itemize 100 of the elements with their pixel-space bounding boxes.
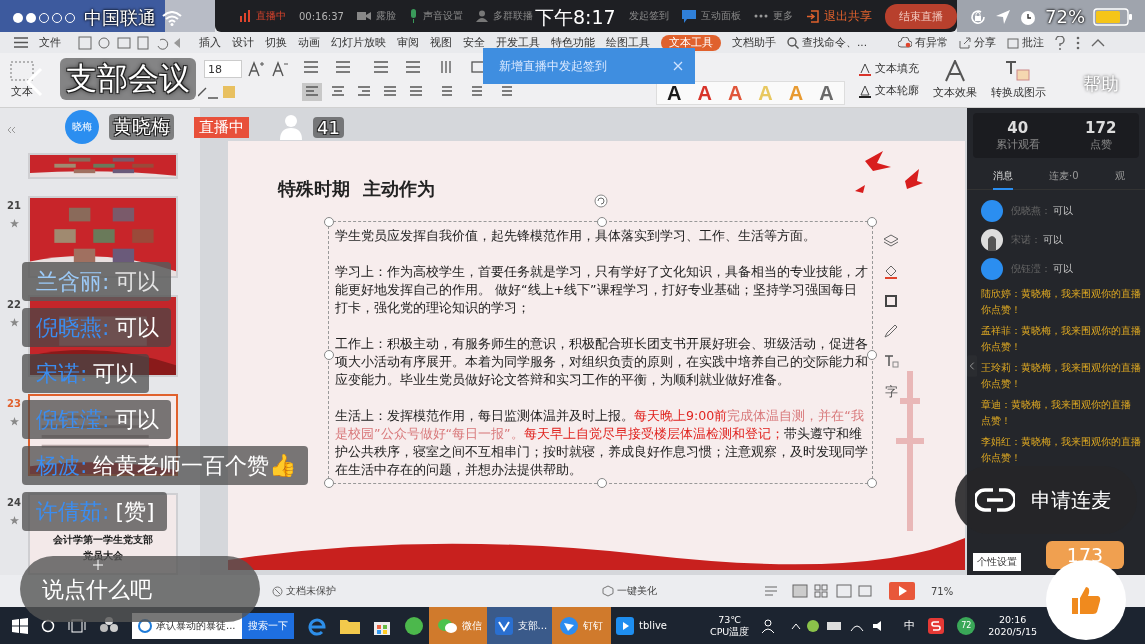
- zoom-level[interactable]: 71%: [931, 585, 954, 597]
- text-style-sample[interactable]: A: [667, 83, 682, 103]
- chat-author: 倪钰滢:: [36, 405, 110, 434]
- font-size-field[interactable]: 18: [204, 60, 242, 78]
- ribbon-tab[interactable]: 安全: [463, 34, 485, 51]
- chat-text: 可以: [115, 313, 160, 342]
- slide-paragraph: 生活上：发挥模范作用，每日监测体温并及时上报。每天晚上9:00前完成体温自测，并在“我是校园”公众号做好“每日一报”。每天早上自觉尽早接受楼层体温检测和登记；带头遵守和维护公共秩序，寝室之间不互相串门；按时就寝，养成良好作息习惯；注意观察，及时发现同学在生活中存在的问题，并想办法提供帮助。: [335, 407, 868, 479]
- ribbon-tab[interactable]: 文档助手: [732, 34, 776, 51]
- clock-date[interactable]: 2020/5/15: [988, 625, 1038, 638]
- input-method[interactable]: 中: [904, 618, 916, 633]
- stat-value: 40: [1007, 119, 1029, 137]
- toolbar-button[interactable]: 声音设置: [408, 9, 463, 23]
- beautify-button[interactable]: 一键美化: [602, 584, 657, 598]
- live-timer: 00:16:37: [299, 10, 344, 22]
- stat-value: 172: [1085, 119, 1117, 137]
- toolbar-button[interactable]: 更多: [753, 9, 793, 23]
- notice-text: 新增直播中发起签到: [499, 58, 607, 74]
- ribbon-tab[interactable]: 视图: [430, 34, 452, 51]
- message-text: 可以: [1053, 262, 1073, 276]
- command-search[interactable]: 查找命令、...: [787, 35, 867, 50]
- text-box-button[interactable]: 文本: [11, 85, 33, 99]
- comment-button[interactable]: 批注: [1007, 35, 1044, 50]
- stat-label: 点赞: [1089, 137, 1112, 152]
- slide-title: 特殊时期 主动作为: [278, 178, 435, 199]
- message-text: 可以: [1043, 233, 1063, 247]
- battery-percent: 72%: [1045, 6, 1085, 27]
- chat-author: 杨波:: [36, 451, 88, 480]
- panel-tab[interactable]: 观: [1114, 169, 1125, 183]
- chat-text: 可以: [115, 405, 160, 434]
- sync-status-button[interactable]: 有异常: [898, 35, 948, 50]
- cpu-temperature: 73℃: [718, 613, 742, 626]
- ribbon-tab[interactable]: 设计: [232, 34, 254, 51]
- text-style-sample[interactable]: A: [727, 83, 743, 103]
- search-button[interactable]: 搜索一下: [241, 612, 294, 639]
- slide-number: 23: [7, 398, 21, 409]
- toolbar-button[interactable]: 直播中: [239, 9, 286, 23]
- panel-tab[interactable]: 连麦·0: [1049, 169, 1079, 183]
- notice-message: 孟祥菲：黄晓梅，我来围观你的直播: [981, 324, 1142, 338]
- chat-author: 兰含丽:: [36, 267, 110, 296]
- ribbon-tab[interactable]: 开发工具: [496, 34, 540, 51]
- text-outline-button[interactable]: 文本轮廓: [858, 84, 919, 98]
- file-menu[interactable]: 文件: [39, 35, 61, 50]
- chat-text: [赞]: [115, 497, 155, 526]
- ribbon-tab[interactable]: 幻灯片放映: [331, 34, 386, 51]
- notice-message: 点赞！: [981, 414, 1012, 428]
- text-effect-button[interactable]: 文本效果: [932, 86, 977, 100]
- toolbar-button[interactable]: 互动面板: [681, 9, 741, 23]
- notice-message: 王玲莉：黄晓梅，我来围观你的直播: [981, 361, 1142, 375]
- chat-author: 倪晓燕:: [36, 313, 110, 342]
- cpu-temperature-label: CPU温度: [710, 625, 750, 638]
- clock-time[interactable]: 20:16: [999, 613, 1027, 626]
- panel-tab[interactable]: 消息: [993, 169, 1013, 190]
- end-live-button[interactable]: 结束直播: [884, 3, 957, 29]
- share-button[interactable]: 分享: [959, 35, 996, 50]
- ribbon-tab[interactable]: 切换: [265, 34, 287, 51]
- notice-message: 你点赞！: [981, 340, 1022, 354]
- text-style-sample[interactable]: A: [819, 83, 834, 103]
- notice-message: 章迪：黄晓梅，我来围观你的直播: [981, 398, 1132, 412]
- ribbon-tab[interactable]: 绘图工具: [606, 34, 650, 51]
- slide-paragraph: 工作上：积极主动，有服务师生的意识，积极配合班长团支书开展好班会、班级活动，促进各项大小活动有序展开。本着为同学服务，对组织负责的原则，在实践中培养自己的交际能力和应变能力。毕业生党员做好论文答辩和实习工作的平衡，为顺利就业做好准备。: [335, 335, 868, 389]
- slide-paragraph: 学生党员应发挥自我价值，起先锋模范作用，具体落实到学习、工作、生活等方面。: [335, 227, 817, 245]
- chat-text: 可以: [93, 359, 138, 388]
- notice-message: 你点赞！: [981, 377, 1022, 391]
- ribbon-tab[interactable]: 审阅: [397, 34, 419, 51]
- notice-message: 李娟红：黄晓梅，我来围观你的直播: [981, 435, 1142, 449]
- slide-paragraph: 学习上：作为高校学生，首要任务就是学习，只有学好了文化知识，具备相当的专业技能，才能更好地发挥自己的作用。 做好“线上+线下”课程学习，打好专业基础；坚持学习强国每日打卡，强化党的理论知识的学习；: [335, 263, 868, 317]
- ribbon-tab[interactable]: 文本工具: [661, 34, 721, 51]
- toolbar-button[interactable]: 多群联播: [475, 9, 533, 23]
- host-name: 黄晓梅: [109, 114, 174, 140]
- ribbon-tab[interactable]: 插入: [199, 34, 221, 51]
- chat-author: 宋诺:: [36, 359, 88, 388]
- help-link[interactable]: 帮助: [1083, 72, 1119, 96]
- stat-label: 累计观看: [995, 137, 1040, 152]
- custom-settings-field[interactable]: 个性设置: [973, 553, 1021, 571]
- ribbon-tab[interactable]: 动画: [298, 34, 320, 51]
- ribbon-tab[interactable]: 特色功能: [551, 34, 595, 51]
- notice-message: 你点赞！: [981, 303, 1022, 317]
- chat-text: 可以: [115, 267, 160, 296]
- text-style-sample[interactable]: A: [697, 83, 712, 103]
- live-badge: 直播中: [194, 116, 249, 138]
- character-tool[interactable]: 字: [884, 383, 898, 401]
- text-fill-button[interactable]: 文本填充: [858, 62, 919, 76]
- message-text: 可以: [1053, 204, 1073, 218]
- convert-diagram-button[interactable]: 转换成图示: [990, 86, 1046, 100]
- message-author: 宋诺：: [1011, 233, 1041, 247]
- toolbar-button[interactable]: 退出共享: [805, 7, 872, 25]
- chat-author: 许倩茹:: [36, 497, 110, 526]
- carrier-name: 中国联通: [84, 6, 156, 30]
- apply-mic-button[interactable]: 申请连麦: [955, 466, 1137, 534]
- protection-status[interactable]: 文档未保护: [272, 584, 336, 598]
- toolbar-button[interactable]: 发起签到: [628, 9, 669, 23]
- thumbnail-caption: 会计学第一学生党支部: [53, 533, 153, 547]
- slide-number: 22: [7, 299, 21, 310]
- toolbar-button[interactable]: 露脸: [356, 9, 396, 23]
- slide-number: 24: [7, 497, 21, 508]
- notice-message: 陆欣婷：黄晓梅，我来围观你的直播: [981, 287, 1142, 301]
- live-title: 支部会议: [60, 58, 196, 100]
- notice-message: 你点赞！: [981, 451, 1022, 465]
- slide-number: 21: [7, 200, 21, 211]
- viewer-count: 41: [313, 116, 344, 138]
